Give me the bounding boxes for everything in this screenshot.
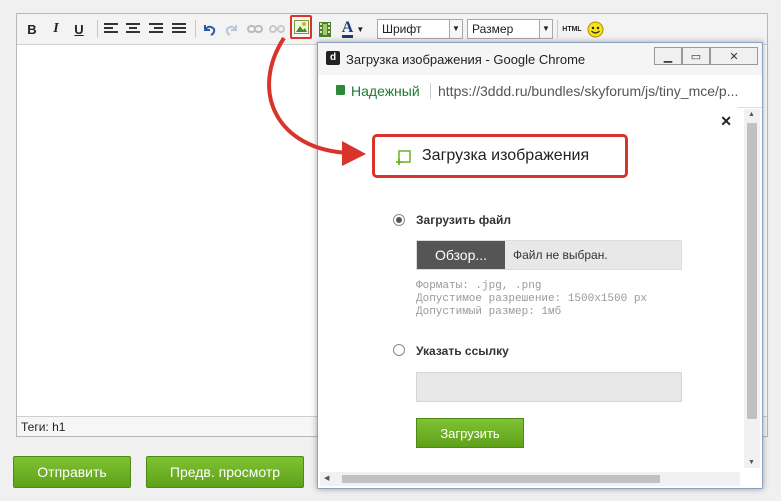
annotation-arrow bbox=[267, 36, 366, 166]
